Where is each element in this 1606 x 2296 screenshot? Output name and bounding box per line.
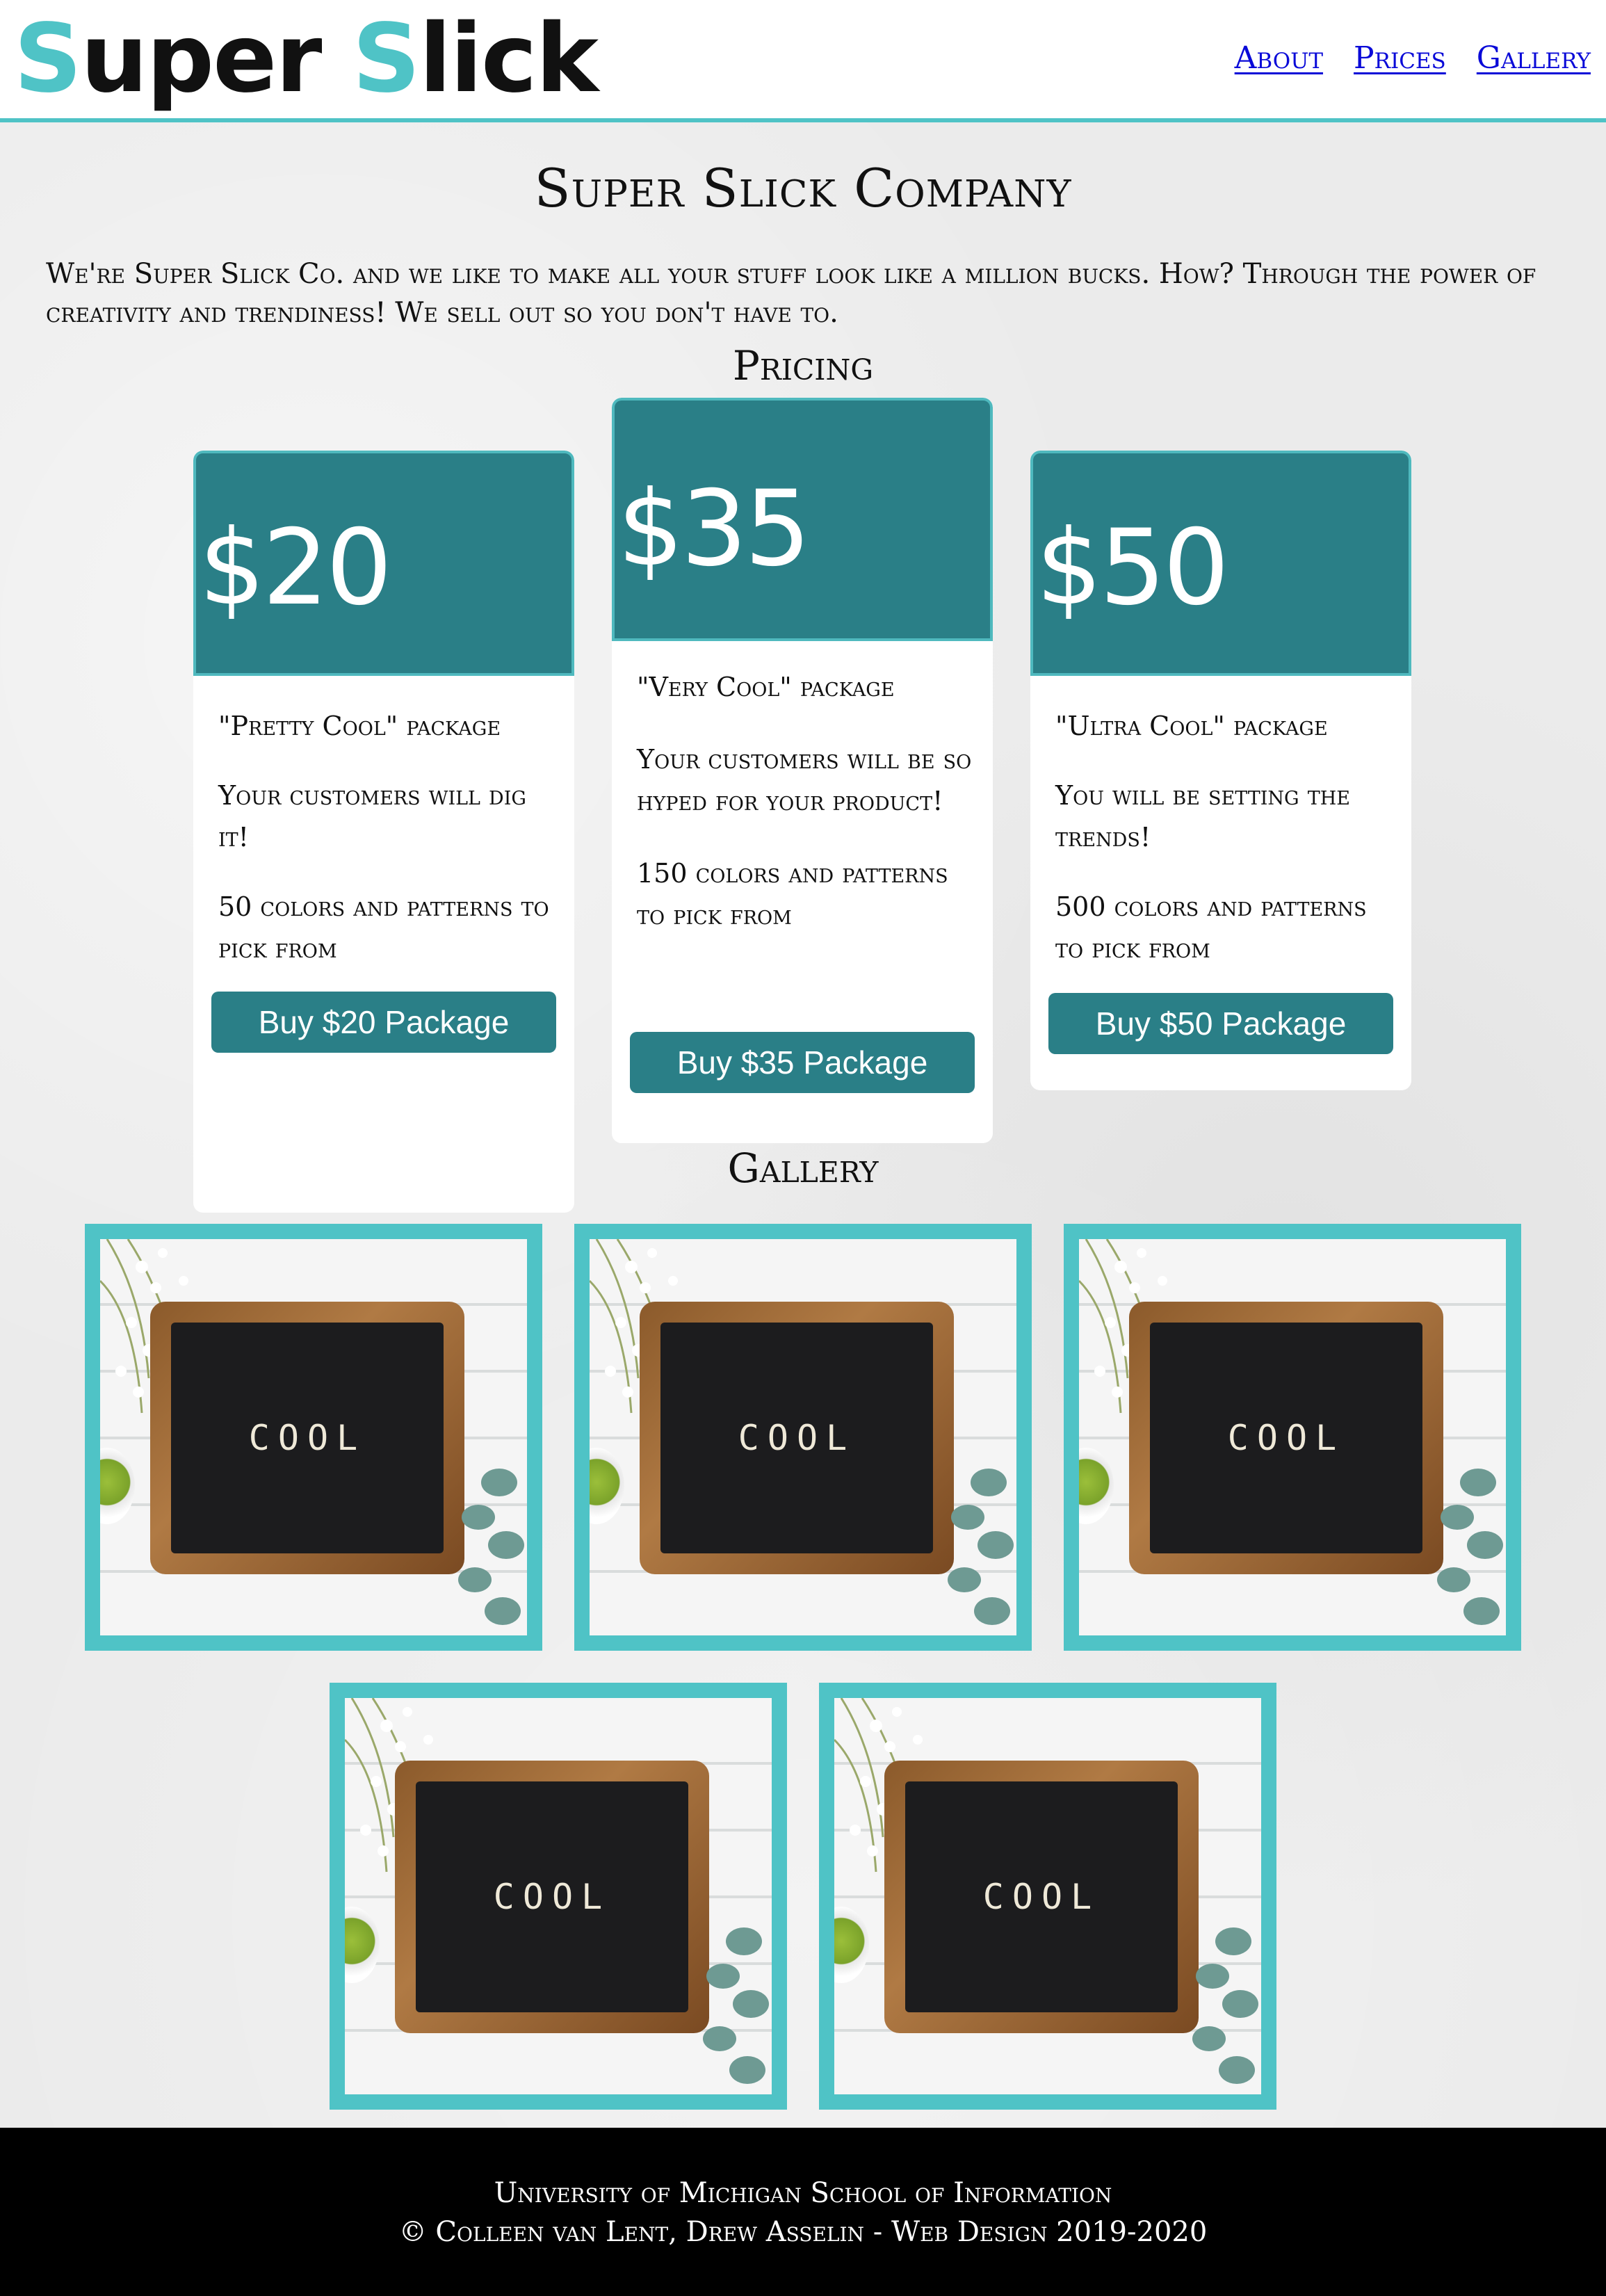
card-body: "Pretty Cool" package Your customers wil… [193, 676, 574, 969]
chalkboard: COOL [1150, 1323, 1422, 1553]
chalkboard-text: COOL [493, 1877, 611, 1917]
gallery-image-5[interactable]: COOL [819, 1683, 1276, 2110]
eucalyptus-leaves [1437, 1469, 1503, 1625]
eucalyptus-leaves [458, 1469, 524, 1625]
footer-institution: University of Michigan School of Informa… [494, 2177, 1112, 2209]
chalkboard-frame: COOL [1129, 1302, 1443, 1574]
package-tagline: You will be setting the trends! [1055, 780, 1350, 852]
chalkboard-text: COOL [982, 1877, 1101, 1917]
package-tagline: Your customers will be so hyped for your… [637, 744, 972, 816]
logo-text-uper: uper [80, 4, 352, 114]
chalkboard-frame: COOL [150, 1302, 464, 1574]
buy-50-button[interactable]: Buy $50 Package [1048, 993, 1393, 1054]
gallery-image-4[interactable]: COOL [330, 1683, 787, 2110]
cool-chalkboard-photo: COOL [345, 1698, 772, 2094]
package-colors: 150 colors and patterns to pick from [637, 858, 948, 930]
gallery-image-1[interactable]: COOL [85, 1224, 542, 1651]
card-header: $50 [1030, 451, 1411, 676]
package-colors: 500 colors and patterns to pick from [1055, 891, 1367, 964]
matcha-cup [1079, 1448, 1114, 1524]
buy-20-button[interactable]: Buy $20 Package [211, 992, 556, 1053]
intro-text: We're Super Slick Co. and we like to mak… [46, 258, 1536, 329]
logo-first-letter-s: S [14, 4, 82, 114]
package-name: "Pretty Cool" package [218, 711, 501, 741]
chalkboard: COOL [171, 1323, 444, 1553]
pricing-card-50: $50 "Ultra Cool" package You will be set… [1030, 451, 1411, 1090]
eucalyptus-leaves [948, 1469, 1014, 1625]
logo-second-letter-s: S [352, 4, 421, 114]
matcha-cup [100, 1448, 135, 1524]
matcha-cup [345, 1907, 380, 1983]
package-colors: 50 colors and patterns to pick from [218, 891, 549, 964]
card-header: $35 [612, 398, 993, 641]
chalkboard: COOL [660, 1323, 933, 1553]
gallery-heading: Gallery [727, 1145, 879, 1192]
chalkboard-frame: COOL [640, 1302, 954, 1574]
site-logo[interactable]: Super Slick [14, 0, 599, 118]
card-body: "Ultra Cool" package You will be setting… [1030, 676, 1411, 969]
chalkboard-text: COOL [1227, 1418, 1345, 1458]
nav-link-prices[interactable]: Prices [1354, 40, 1446, 76]
site-header: Super Slick About Prices Gallery [0, 0, 1606, 122]
cool-chalkboard-photo: COOL [1079, 1239, 1506, 1635]
cool-chalkboard-photo: COOL [834, 1698, 1261, 2094]
card-body: "Very Cool" package Your customers will … [612, 641, 993, 936]
chalkboard-text: COOL [738, 1418, 856, 1458]
nav-link-gallery[interactable]: Gallery [1477, 40, 1591, 76]
matcha-cup [834, 1907, 869, 1983]
gallery-image-3[interactable]: COOL [1064, 1224, 1521, 1651]
pricing-card-35: $35 "Very Cool" package Your customers w… [612, 398, 993, 1143]
package-name: "Ultra Cool" package [1055, 711, 1328, 741]
price-label: $35 [617, 469, 811, 590]
card-header: $20 [193, 451, 574, 676]
gallery-image-2[interactable]: COOL [574, 1224, 1032, 1651]
page-title: Super Slick Company [534, 157, 1072, 219]
nav-link-about[interactable]: About [1235, 40, 1323, 76]
package-name: "Very Cool" package [637, 672, 895, 702]
cool-chalkboard-photo: COOL [590, 1239, 1016, 1635]
chalkboard-text: COOL [248, 1418, 366, 1458]
chalkboard: COOL [416, 1781, 688, 2012]
buy-35-button[interactable]: Buy $35 Package [630, 1032, 975, 1093]
footer-copyright: © Colleen van Lent, Drew Asselin - Web D… [398, 2216, 1208, 2248]
logo-text-lick: lick [419, 4, 599, 114]
package-tagline: Your customers will dig it! [218, 780, 526, 852]
price-label: $50 [1036, 508, 1229, 629]
price-label: $20 [199, 508, 392, 629]
chalkboard: COOL [905, 1781, 1178, 2012]
eucalyptus-leaves [703, 1927, 769, 2084]
eucalyptus-leaves [1192, 1927, 1258, 2084]
pricing-heading: Pricing [732, 342, 874, 389]
main-nav: About Prices Gallery [1235, 40, 1591, 76]
site-footer: University of Michigan School of Informa… [0, 2128, 1606, 2296]
cool-chalkboard-photo: COOL [100, 1239, 527, 1635]
pricing-card-20: $20 "Pretty Cool" package Your customers… [193, 451, 574, 1213]
matcha-cup [590, 1448, 624, 1524]
chalkboard-frame: COOL [884, 1761, 1199, 2033]
chalkboard-frame: COOL [395, 1761, 709, 2033]
